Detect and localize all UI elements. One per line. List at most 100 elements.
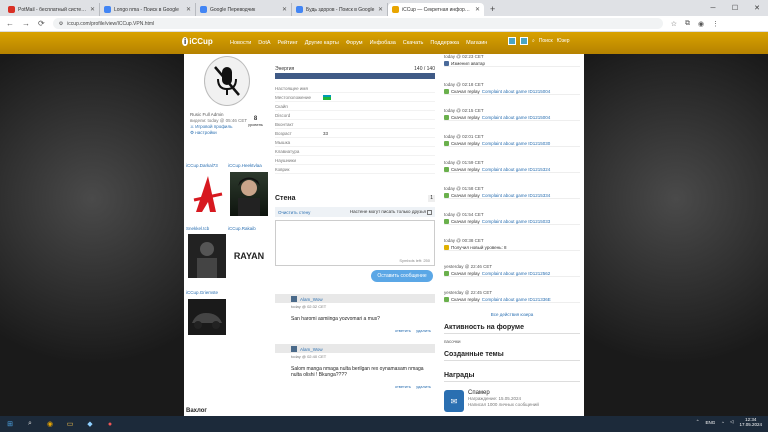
- delete-link[interactable]: удалить: [416, 384, 431, 389]
- download-icon: [444, 89, 449, 94]
- reload-icon[interactable]: ⟳: [38, 19, 45, 28]
- friend-avatar[interactable]: [188, 299, 226, 335]
- browser-tab-active[interactable]: iCCup — Секретная информация ✕: [388, 3, 484, 16]
- clock[interactable]: 12:34 17.05.2024: [739, 417, 762, 427]
- close-icon[interactable]: ✕: [90, 6, 95, 13]
- event-item: today @ 02:15 CET Скачал replay Complaint …: [444, 108, 580, 121]
- replay-link[interactable]: Complaint about game ID1215004: [482, 115, 551, 120]
- send-message-button[interactable]: Оставить сообщение: [371, 270, 433, 282]
- friend-avatar[interactable]: [230, 172, 268, 216]
- notifications-icon[interactable]: [508, 37, 516, 45]
- delete-link[interactable]: удалить: [416, 328, 431, 333]
- replay-link[interactable]: Complaint about game ID1215004: [482, 89, 551, 94]
- url-field[interactable]: ⚙ iccup.com/profile/view/ICCup.VPN.html: [52, 18, 663, 29]
- app-icon[interactable]: ◆: [83, 417, 97, 431]
- replay-link[interactable]: Complaint about game ID121336E: [482, 297, 551, 302]
- close-icon[interactable]: ✕: [186, 6, 191, 13]
- replay-link[interactable]: Complaint about game ID1215030: [482, 141, 551, 146]
- user-menu[interactable]: Юзер: [557, 38, 570, 44]
- post-author[interactable]: Alam_Wow: [300, 297, 323, 302]
- messages-icon[interactable]: [520, 37, 528, 45]
- close-icon[interactable]: ✕: [378, 6, 383, 13]
- replay-link[interactable]: Complaint about game ID1215033: [482, 219, 551, 224]
- download-icon: [444, 297, 449, 302]
- post-date: today @ 02:40 CET: [291, 354, 327, 359]
- download-icon: [444, 271, 449, 276]
- menu-item[interactable]: DotA: [258, 40, 270, 46]
- stat-row: Discord: [275, 111, 435, 120]
- close-window-icon[interactable]: ✕: [746, 0, 768, 16]
- reply-link[interactable]: ответить: [395, 384, 411, 389]
- replay-link[interactable]: Complaint about game ID1215324: [482, 167, 551, 172]
- friend-link[interactable]: iCCup.Rakaib: [228, 226, 256, 231]
- award-desc: Написал 1000 личных сообщений: [468, 402, 539, 407]
- menu-dots-icon[interactable]: ⋮: [712, 20, 719, 28]
- browser-tab[interactable]: Google Переводчик ✕: [196, 3, 292, 16]
- chevron-up-icon[interactable]: ⌃: [696, 419, 700, 425]
- search-icon[interactable]: ⌕: [532, 38, 535, 44]
- all-actions-link[interactable]: Все действия юзера: [444, 312, 580, 317]
- friends-only-checkbox[interactable]: Настене могут писать только друзья: [350, 209, 432, 215]
- minimize-icon[interactable]: ─: [702, 0, 724, 16]
- friend-link[interactable]: iCCup.Darkal73: [186, 163, 218, 168]
- tab-favicon-icon: [392, 6, 399, 13]
- stat-row: Местоположение: [275, 93, 435, 102]
- menu-item[interactable]: Другие карты: [305, 40, 339, 46]
- replay-link[interactable]: Complaint about game ID1215334: [482, 193, 551, 198]
- menu-item[interactable]: Инфобаза: [370, 40, 396, 46]
- friend-link[interactable]: Snekkel.tcb: [186, 226, 209, 231]
- wall-message-input[interactable]: Symbols left: 250: [275, 220, 435, 266]
- friend-link[interactable]: iCCup.Griemste: [186, 290, 218, 295]
- friend-avatar[interactable]: [188, 234, 226, 278]
- system-tray: ⌃ ENG ◔ ◁ 12:34 17.05.2024: [696, 417, 762, 427]
- browser-tab[interactable]: PotMail - бесплатный системный...✕: [4, 3, 100, 16]
- language-indicator[interactable]: ENG: [706, 420, 716, 425]
- forward-icon[interactable]: →: [22, 19, 30, 28]
- menu-item[interactable]: Новости: [230, 40, 251, 46]
- profile-icon[interactable]: ◉: [698, 20, 704, 28]
- explorer-icon[interactable]: ▭: [63, 417, 77, 431]
- bookmark-star-icon[interactable]: ☆: [671, 20, 677, 28]
- start-icon[interactable]: ⊞: [3, 417, 17, 431]
- replay-link[interactable]: Complaint about game ID1212562: [482, 271, 551, 276]
- download-icon: [444, 193, 449, 198]
- event-item: today @ 02:18 CET Скачал replay Complaint …: [444, 82, 580, 95]
- wifi-icon[interactable]: ◔: [721, 420, 724, 425]
- maximize-icon[interactable]: ☐: [724, 0, 746, 16]
- friend-avatar[interactable]: RAYAN: [230, 234, 268, 278]
- close-icon[interactable]: ✕: [282, 6, 287, 13]
- post-avatar: [291, 346, 297, 352]
- tab-label: PotMail - бесплатный системный...: [18, 6, 87, 13]
- browser-tab[interactable]: Будь здоров - Поиск в Google ✕: [292, 3, 388, 16]
- tab-favicon-icon: [200, 6, 207, 13]
- site-logo[interactable]: i iCCup: [182, 37, 213, 46]
- menu-item[interactable]: Рейтинг: [278, 40, 298, 46]
- friend-link[interactable]: iCCup.Heektvlaa: [228, 163, 262, 168]
- post-author[interactable]: Alam_Wow: [300, 347, 323, 352]
- menu-item[interactable]: Скачать: [403, 40, 424, 46]
- search-icon[interactable]: ⌕: [23, 417, 37, 431]
- extensions-icon[interactable]: ⧉: [685, 20, 690, 28]
- new-tab-button[interactable]: +: [490, 4, 495, 14]
- clear-wall-tab[interactable]: Очистить стену: [278, 210, 310, 215]
- settings-link[interactable]: ⚙ настройки: [190, 130, 268, 136]
- menu-item[interactable]: Магазин: [466, 40, 487, 46]
- back-icon[interactable]: ←: [6, 19, 14, 28]
- wall-header: Стена 1: [275, 195, 435, 202]
- avatar[interactable]: [204, 56, 250, 106]
- menu-item[interactable]: Форум: [346, 40, 363, 46]
- friend-avatar[interactable]: [188, 172, 226, 216]
- event-item: today @ 00:38 CET Получил новый уровень: …: [444, 238, 580, 251]
- app-icon[interactable]: ●: [103, 417, 117, 431]
- energy-row: Энергия 140 / 140: [275, 66, 435, 72]
- search-link[interactable]: Поиск: [539, 38, 553, 44]
- volume-icon[interactable]: ◁: [730, 419, 733, 425]
- browser-tab[interactable]: Longo nma - Поиск в Google ✕: [100, 3, 196, 16]
- menu-item[interactable]: Поддержка: [430, 40, 459, 46]
- reply-link[interactable]: ответить: [395, 328, 411, 333]
- close-icon[interactable]: ✕: [475, 6, 480, 13]
- stat-row: Вконтакт: [275, 120, 435, 129]
- post-text: Salom manga nmaga nulta berilgan rex oyn…: [291, 366, 424, 378]
- chrome-icon[interactable]: ◉: [43, 417, 57, 431]
- site-info-icon[interactable]: ⚙: [59, 21, 63, 27]
